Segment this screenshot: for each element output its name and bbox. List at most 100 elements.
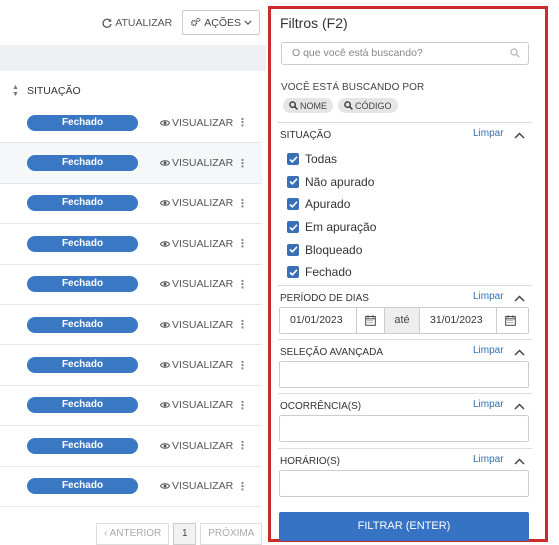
eye-icon [160, 119, 170, 126]
start-calendar-button[interactable] [356, 308, 384, 333]
view-label: VISUALIZAR [172, 197, 234, 210]
next-page-button[interactable]: PRÓXIMA [200, 523, 263, 545]
view-button[interactable]: VISUALIZAR [160, 319, 233, 331]
more-options-icon[interactable]: ⋮ [237, 399, 248, 412]
chip-label: CÓDIGO [355, 100, 392, 111]
checkbox-em-apuracao[interactable]: Em apuração [287, 216, 376, 239]
checkbox-checked-icon [287, 243, 299, 256]
ocorrencia-input[interactable] [279, 415, 529, 442]
chevron-up-icon[interactable] [514, 349, 525, 356]
status-badge: Fechado [27, 316, 138, 333]
horario-clear-link[interactable]: Limpar [473, 454, 504, 465]
previous-page-button[interactable]: ‹ ANTERIOR [96, 523, 170, 545]
horario-input[interactable] [279, 470, 529, 497]
view-label: VISUALIZAR [172, 480, 234, 493]
more-options-icon[interactable]: ⋮ [237, 197, 248, 210]
more-options-icon[interactable]: ⋮ [237, 278, 248, 291]
table-row: Fechado VISUALIZAR ⋮ [0, 305, 262, 346]
next-label: PRÓXIMA [208, 528, 255, 539]
view-button[interactable]: VISUALIZAR [160, 157, 233, 169]
view-button[interactable]: VISUALIZAR [160, 238, 233, 250]
end-date-input[interactable]: 31/01/2023 [420, 308, 496, 333]
column-header-situacao[interactable]: ▲ ▼ SITUAÇÃO [12, 84, 81, 98]
refresh-button[interactable]: ATUALIZAR [102, 17, 172, 29]
table-row: Fechado VISUALIZAR ⋮ [0, 143, 262, 184]
view-button[interactable]: VISUALIZAR [160, 278, 233, 290]
situacao-label: SITUAÇÃO [280, 130, 332, 141]
more-options-icon[interactable]: ⋮ [237, 318, 248, 331]
view-label: VISUALIZAR [172, 439, 234, 452]
checkbox-label: Não apurado [305, 174, 375, 189]
more-options-icon[interactable]: ⋮ [237, 157, 248, 170]
periodo-clear-link[interactable]: Limpar [473, 291, 504, 302]
searching-for-label: VOCÊ ESTÁ BUSCANDO POR [281, 82, 425, 93]
status-badge: Fechado [27, 276, 138, 293]
view-button[interactable]: VISUALIZAR [160, 440, 233, 452]
view-button[interactable]: VISUALIZAR [160, 359, 233, 371]
refresh-icon [102, 18, 112, 28]
eye-icon [160, 160, 170, 166]
ocorrencia-clear-link[interactable]: Limpar [473, 399, 504, 410]
checkbox-checked-icon [287, 153, 299, 166]
more-options-icon[interactable]: ⋮ [237, 116, 248, 129]
gears-icon [191, 17, 201, 27]
filter-submit-button[interactable]: FILTRAR (ENTER) [279, 512, 529, 541]
more-options-icon[interactable]: ⋮ [237, 439, 248, 452]
checkbox-label: Todas [305, 152, 338, 167]
pagination: ‹ ANTERIOR 1 PRÓXIMA [96, 523, 263, 545]
status-badge: Fechado [27, 357, 138, 374]
search-icon [510, 48, 520, 58]
checkbox-nao-apurado[interactable]: Não apurado [287, 171, 376, 194]
selecao-input[interactable] [279, 361, 529, 388]
checkbox-checked-icon [287, 221, 299, 234]
search-placeholder: O que você está buscando? [292, 47, 423, 59]
table-row: Fechado VISUALIZAR ⋮ [0, 184, 262, 225]
sort-icon: ▲ ▼ [12, 84, 19, 98]
chevron-up-icon[interactable] [514, 403, 525, 410]
eye-icon [160, 321, 170, 328]
calendar-icon [365, 315, 376, 326]
search-input[interactable]: O que você está buscando? [281, 42, 529, 65]
search-field-chips: NOME CÓDIGO [283, 98, 398, 113]
situacao-options: Todas Não apurado Apurado Em apuração Bl… [287, 148, 376, 284]
checkbox-label: Em apuração [305, 220, 377, 235]
eye-icon [160, 241, 170, 247]
chevron-up-icon[interactable] [514, 458, 525, 465]
previous-label: ANTERIOR [109, 528, 162, 539]
more-options-icon[interactable]: ⋮ [237, 359, 248, 372]
chip-label: NOME [300, 100, 327, 111]
eye-icon [160, 200, 170, 207]
more-options-icon[interactable]: ⋮ [237, 480, 248, 493]
checkbox-bloqueado[interactable]: Bloqueado [287, 238, 376, 261]
more-options-icon[interactable]: ⋮ [237, 237, 248, 250]
view-button[interactable]: VISUALIZAR [160, 399, 233, 411]
checkbox-todas[interactable]: Todas [287, 148, 376, 171]
calendar-icon [505, 315, 516, 326]
table-header-band [0, 45, 266, 71]
chip-nome[interactable]: NOME [283, 98, 333, 113]
view-button[interactable]: VISUALIZAR [160, 197, 233, 209]
view-button[interactable]: VISUALIZAR [160, 480, 233, 492]
situacao-clear-link[interactable]: Limpar [473, 128, 504, 139]
filters-panel: Filtros (F2) O que você está buscando? V… [268, 6, 548, 542]
selecao-clear-link[interactable]: Limpar [473, 345, 504, 356]
view-label: VISUALIZAR [172, 116, 234, 129]
toolbar: ATUALIZAR AÇÕES [102, 10, 260, 35]
chevron-up-icon[interactable] [514, 295, 525, 302]
page-number-button[interactable]: 1 [173, 523, 197, 545]
chevron-down-icon [244, 20, 252, 25]
checkbox-fechado[interactable]: Fechado [287, 261, 376, 284]
chip-codigo[interactable]: CÓDIGO [338, 98, 398, 113]
status-badge: Fechado [27, 195, 138, 212]
view-button[interactable]: VISUALIZAR [160, 117, 233, 129]
start-date-input[interactable]: 01/01/2023 [280, 308, 356, 333]
eye-icon [160, 281, 170, 287]
eye-icon [160, 483, 170, 489]
actions-button[interactable]: AÇÕES [182, 10, 260, 35]
checkbox-apurado[interactable]: Apurado [287, 193, 376, 216]
view-label: VISUALIZAR [172, 399, 234, 412]
chevron-up-icon[interactable] [514, 132, 525, 139]
table-row: Fechado VISUALIZAR ⋮ [0, 345, 262, 386]
table-row: Fechado VISUALIZAR ⋮ [0, 467, 262, 507]
end-calendar-button[interactable] [496, 308, 524, 333]
